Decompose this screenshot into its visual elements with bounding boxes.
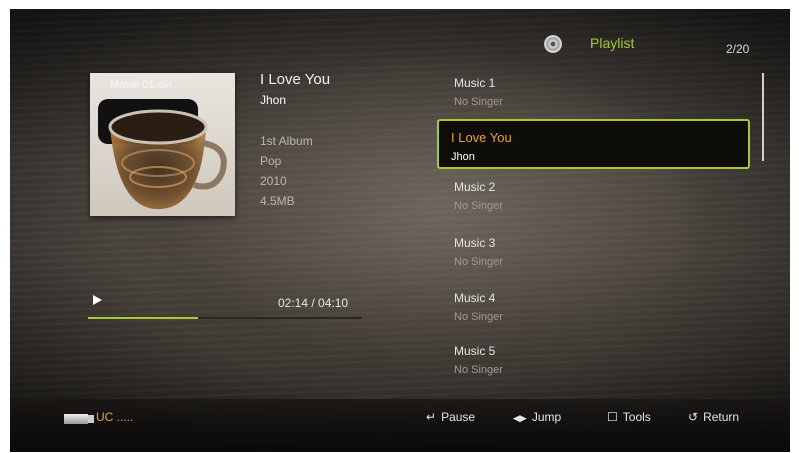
playlist-item-singer: No Singer [454,256,503,268]
media-player-screen: Playlist 2/20 Movie 01.avi I Love You Jh… [10,9,790,452]
playlist-title: Playlist [590,35,635,51]
playlist-counter: 2/20 [726,42,750,56]
pause-label: Pause [441,410,476,424]
playback-time: 02:14 / 04:10 [278,296,349,310]
now-playing-artist: Jhon [260,93,287,107]
return-icon: ↺ [688,410,699,424]
jump-label: Jump [531,410,562,424]
progress-bar[interactable] [88,317,362,319]
year: 2010 [260,174,287,188]
album-art: Movie 01.avi [90,73,235,216]
pause-button[interactable]: ↵ Pause [426,410,475,424]
playlist-item[interactable]: Music 2 No Singer [434,171,758,223]
playlist-item-singer: No Singer [454,96,503,108]
enter-icon: ↵ [426,410,437,424]
return-label: Return [703,410,740,424]
playlist-item-singer: No Singer [454,200,503,212]
playlist-item-title: Music 4 [454,291,496,305]
playlist-item[interactable]: Music 5 No Singer [434,335,758,387]
play-icon[interactable] [93,295,102,305]
cup-image [90,73,235,216]
playlist-item[interactable]: Music 3 No Singer [434,227,758,279]
playlist-item[interactable]: Music 4 No Singer [434,282,758,334]
playlist-item-singer: No Singer [454,364,503,376]
left-right-arrows-icon: ◀▶ [513,413,527,423]
usb-device-icon [64,414,94,424]
tools-button[interactable]: ☐ Tools [607,410,651,424]
tools-label: Tools [622,410,651,424]
disc-icon [544,35,562,53]
file-size: 4.5MB [260,194,295,208]
playlist-item-selected[interactable]: I Love You Jhon [437,119,750,169]
playlist-item[interactable]: Music 1 No Singer [434,67,758,119]
playlist-item-title: Music 2 [454,180,496,194]
footer-bar [10,399,790,452]
art-overlay-text: Movie 01.avi [110,79,172,91]
playlist-item-title: Music 5 [454,344,496,358]
progress-fill [88,317,198,319]
return-button[interactable]: ↺ Return [688,410,739,424]
album-name: 1st Album [260,134,313,148]
now-playing-title: I Love You [260,71,331,88]
playlist-item-title: Music 1 [454,76,496,90]
tools-icon: ☐ [607,410,618,424]
playlist-item-title: Music 3 [454,236,496,250]
playlist-scrollbar[interactable] [762,73,764,161]
genre: Pop [260,154,282,168]
playlist-item-singer: No Singer [454,311,503,323]
jump-button[interactable]: ◀▶ Jump [513,410,561,424]
device-name: UC ..... [96,410,134,424]
playlist-item-singer: Jhon [451,151,475,163]
playlist-item-title: I Love You [451,130,512,145]
